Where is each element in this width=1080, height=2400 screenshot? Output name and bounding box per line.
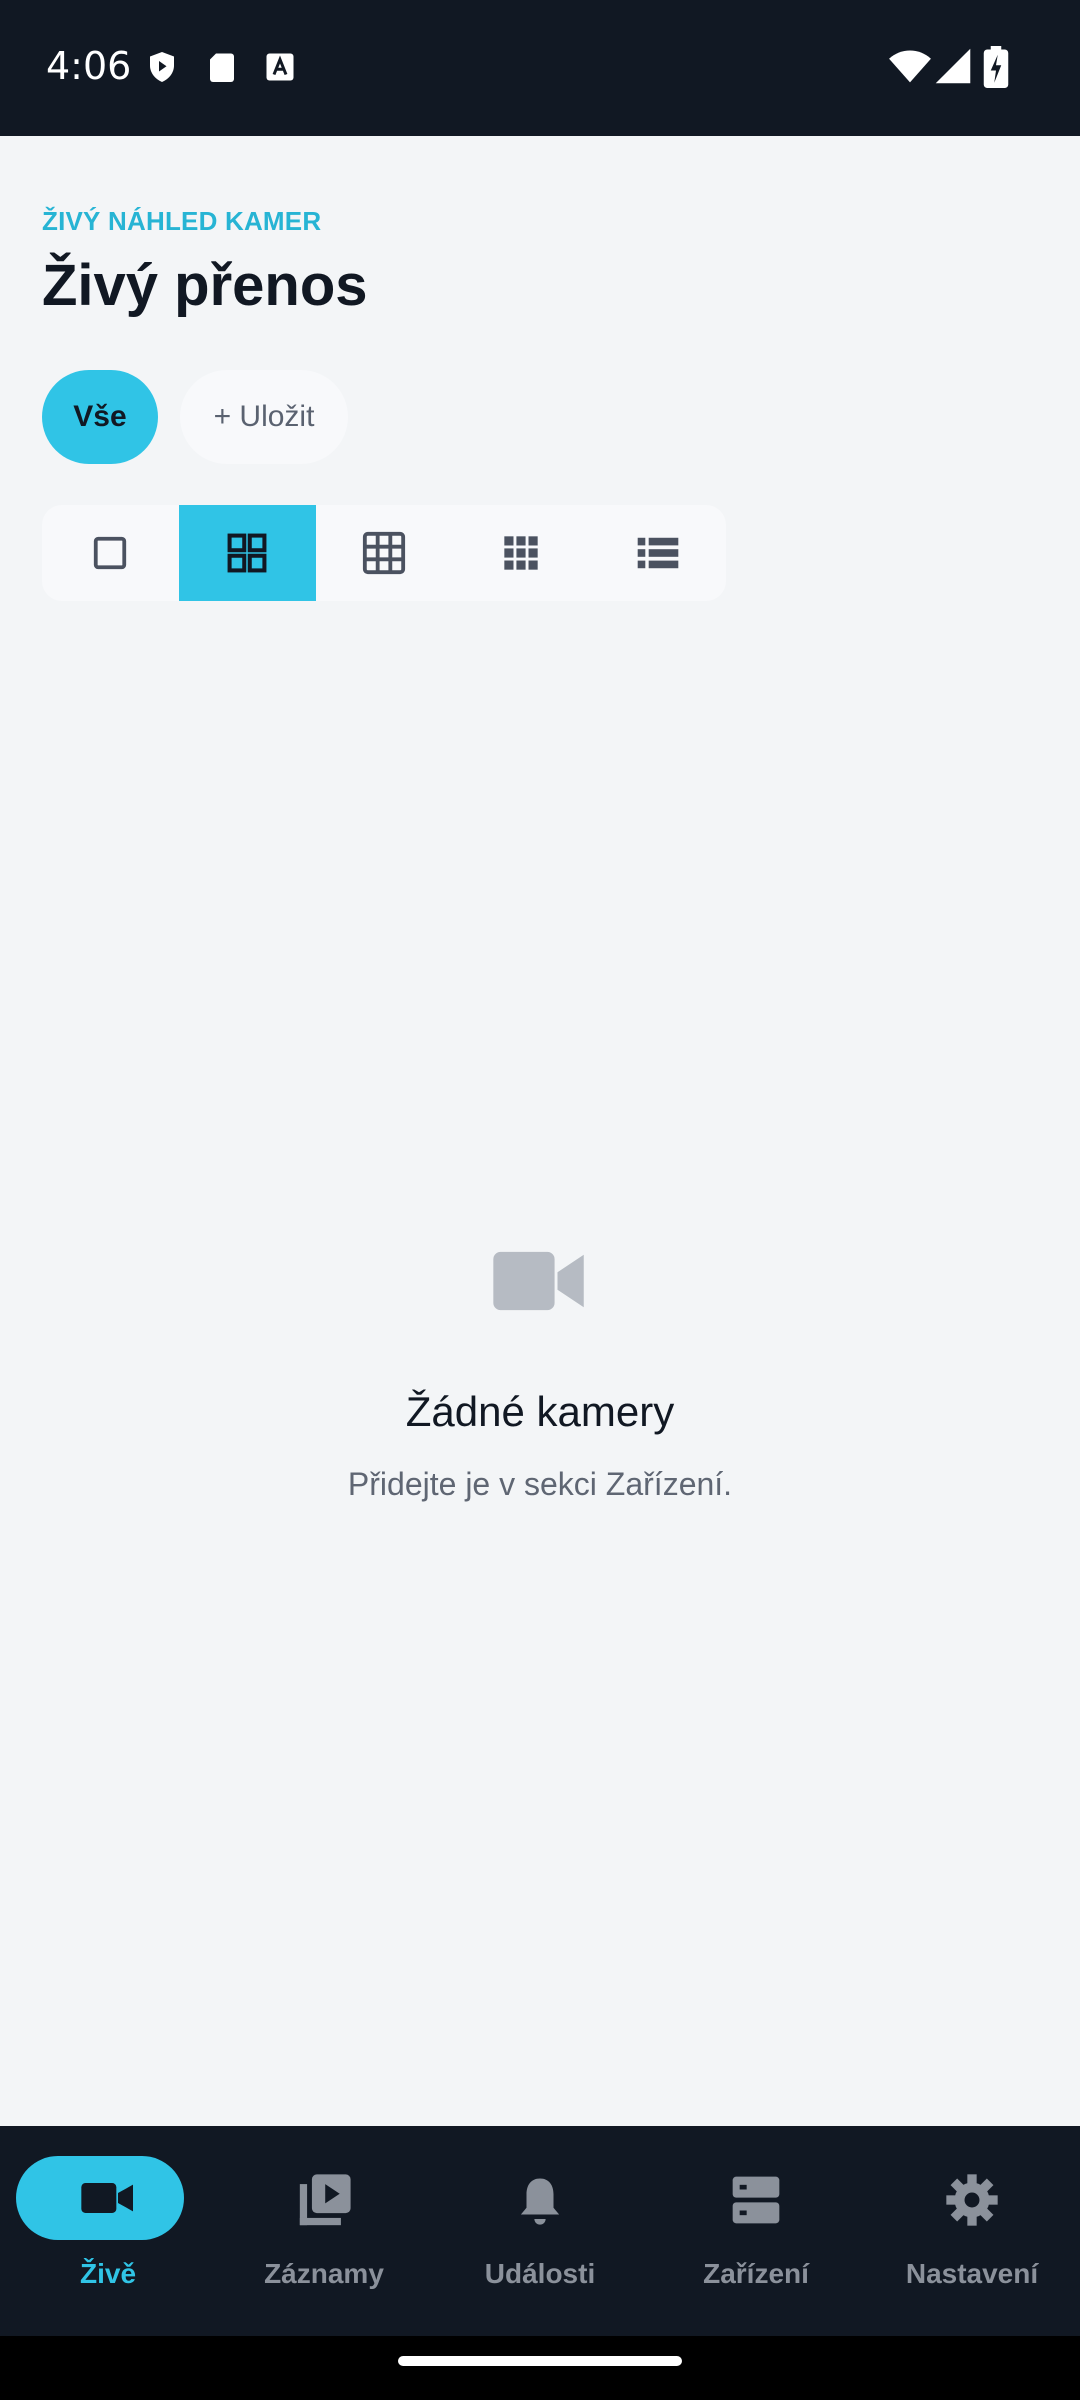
nav-item-recordings[interactable]: Záznamy: [216, 2126, 432, 2336]
devices-icon: [732, 2176, 780, 2224]
signal-icon: [935, 48, 971, 84]
layout-list-button[interactable]: [589, 505, 726, 601]
layout-single-button[interactable]: [42, 505, 179, 601]
wifi-icon: [889, 50, 931, 83]
nav-label: Živě: [79, 2258, 137, 2289]
nav-label: Nastavení: [905, 2258, 1039, 2289]
bottom-navigation: Živě Záznamy Události Zařízení Nastavení: [0, 2126, 1080, 2336]
save-filter-button[interactable]: + Uložit: [180, 370, 348, 464]
nav-item-live[interactable]: Živě: [0, 2126, 216, 2336]
single-view-icon: [94, 536, 127, 570]
page-title: Živý přenos: [42, 253, 368, 318]
font-a-icon: [266, 53, 294, 81]
filter-all-chip[interactable]: Vše: [42, 370, 158, 464]
layout-switcher: [42, 505, 726, 601]
battery-charging-icon: [983, 46, 1009, 88]
video-camera-icon: [81, 2183, 133, 2213]
home-gesture-handle[interactable]: [398, 2356, 682, 2366]
empty-state-subtitle: Přidejte je v sekci Zařízení.: [347, 1466, 733, 1502]
shield-icon: [150, 52, 174, 82]
gear-icon: [946, 2174, 998, 2226]
nav-label: Události: [484, 2258, 596, 2289]
nav-item-devices[interactable]: Zařízení: [648, 2126, 864, 2336]
page-eyebrow: ŽIVÝ NÁHLED KAMER: [42, 206, 322, 236]
grid-3x3-icon: [362, 531, 406, 575]
layout-grid-2x2-button[interactable]: [178, 505, 316, 601]
empty-state-title: Žádné kamery: [405, 1388, 675, 1435]
nav-label: Záznamy: [264, 2258, 384, 2289]
recordings-icon: [299, 2174, 351, 2226]
gesture-navigation-bar: [0, 2336, 1080, 2400]
bell-icon: [520, 2178, 560, 2225]
layout-grid-3x3-button[interactable]: [316, 505, 453, 601]
grid-2x2-icon: [227, 533, 267, 573]
nav-item-settings[interactable]: Nastavení: [864, 2126, 1080, 2336]
video-camera-icon: [493, 1251, 584, 1311]
sd-card-icon: [210, 53, 234, 82]
status-bar: 4:06: [0, 0, 1080, 136]
nav-label: Zařízení: [703, 2258, 809, 2289]
status-time: 4:06: [46, 44, 132, 88]
layout-grid-4x4-button[interactable]: [452, 505, 589, 601]
live-view-screen: ŽIVÝ NÁHLED KAMER Živý přenos Vše + Ulož…: [0, 136, 1080, 2126]
nav-item-events[interactable]: Události: [432, 2126, 648, 2336]
grid-4x4-icon: [504, 536, 538, 570]
list-view-icon: [637, 537, 678, 569]
